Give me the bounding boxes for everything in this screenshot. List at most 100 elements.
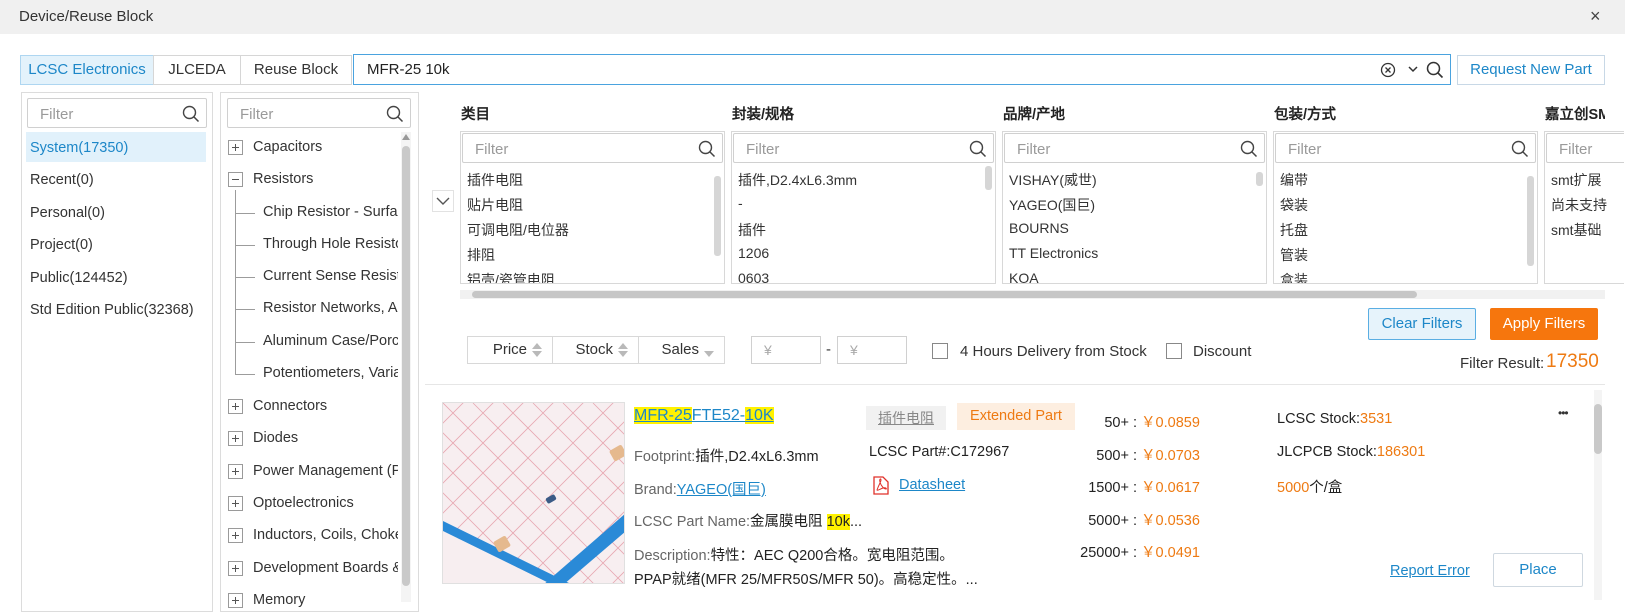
facet-option[interactable]: 盒装: [1280, 270, 1308, 283]
tab-reuse-block[interactable]: Reuse Block: [240, 55, 352, 85]
facet-jlc-smt-filter[interactable]: Filter: [1546, 133, 1624, 163]
expand-icon[interactable]: [228, 592, 243, 608]
facet-option[interactable]: 贴片电阻: [467, 195, 523, 215]
clear-search-icon[interactable]: [1380, 62, 1396, 78]
results-scrollbar-track[interactable]: [1594, 390, 1602, 600]
clear-filters-button[interactable]: Clear Filters: [1368, 308, 1476, 340]
tree-node-through-hole-resistors[interactable]: Through Hole Resistors: [263, 236, 398, 252]
facet-option[interactable]: 插件电阻: [467, 170, 523, 190]
brand-link[interactable]: YAGEO(国巨): [677, 482, 766, 498]
tree-scrollbar-track[interactable]: [401, 132, 411, 602]
facet-option[interactable]: 托盘: [1280, 220, 1308, 240]
library-item-recent[interactable]: Recent(0): [30, 172, 94, 188]
facet-option[interactable]: 袋装: [1280, 195, 1308, 215]
facet-option[interactable]: smt扩展: [1551, 170, 1602, 190]
results-scrollbar-thumb[interactable]: [1594, 404, 1602, 454]
more-options-icon[interactable]: •••: [1558, 406, 1569, 420]
expand-icon[interactable]: [228, 463, 243, 479]
search-icon[interactable]: [1426, 61, 1444, 79]
collapse-facets-icon[interactable]: [432, 190, 454, 212]
facet-option[interactable]: 尚未支持: [1551, 195, 1607, 215]
expand-icon[interactable]: [228, 527, 243, 543]
library-item-project[interactable]: Project(0): [30, 237, 93, 253]
tree-node-optoelectronics[interactable]: Optoelectronics: [228, 495, 354, 515]
facet-category-filter[interactable]: Filter: [462, 133, 723, 163]
library-item-std-public[interactable]: Std Edition Public(32368): [30, 302, 194, 318]
facet-option[interactable]: VISHAY(威世): [1009, 170, 1097, 190]
discount-checkbox[interactable]: [1166, 343, 1182, 359]
tab-jlceda[interactable]: JLCEDA: [153, 55, 241, 85]
facet-option[interactable]: TT Electronics: [1009, 245, 1098, 261]
tree-node-capacitors[interactable]: Capacitors: [228, 139, 322, 159]
tree-node-memory[interactable]: Memory: [228, 592, 398, 612]
library-item-system[interactable]: System(17350): [30, 140, 128, 156]
pdf-icon[interactable]: [873, 476, 889, 495]
scroll-up-icon[interactable]: [402, 134, 410, 140]
facet-option[interactable]: smt基础: [1551, 220, 1602, 240]
request-new-part-button[interactable]: Request New Part: [1457, 55, 1605, 85]
tree-node-development-boards[interactable]: Development Boards & Kits: [228, 560, 398, 580]
facets-hscroll-track[interactable]: [460, 290, 1605, 299]
facet-scrollbar[interactable]: [985, 166, 992, 190]
facet-option[interactable]: 管装: [1280, 245, 1308, 265]
facet-option[interactable]: 插件,D2.4xL6.3mm: [738, 170, 857, 190]
chevron-down-icon[interactable]: [1408, 65, 1418, 73]
facets-hscroll-thumb[interactable]: [472, 291, 1417, 298]
facet-packaging-filter[interactable]: Filter: [1275, 133, 1536, 163]
tab-lcsc-electronics[interactable]: LCSC Electronics: [20, 55, 154, 85]
expand-icon[interactable]: [228, 560, 243, 576]
library-item-public[interactable]: Public(124452): [30, 270, 128, 286]
price-max-input[interactable]: ¥: [837, 336, 907, 364]
facet-brand-filter[interactable]: Filter: [1004, 133, 1265, 163]
facet-option[interactable]: -: [738, 195, 743, 211]
category-tag[interactable]: 插件电阻: [866, 406, 946, 430]
tree-node-inductors[interactable]: Inductors, Coils, Chokes: [228, 527, 398, 547]
expand-icon[interactable]: [228, 495, 243, 511]
tree-node-potentiometers[interactable]: Potentiometers, Variable Resistors: [263, 365, 398, 381]
tree-node-resistor-networks[interactable]: Resistor Networks, Arrays: [263, 300, 398, 316]
facet-option[interactable]: KOA: [1009, 270, 1039, 283]
tree-node-current-sense-resistors[interactable]: Current Sense Resistors: [263, 268, 398, 284]
part-name-link[interactable]: MFR-25FTE52-10K: [634, 407, 774, 425]
tree-node-aluminum-case[interactable]: Aluminum Case/Porcelain Tube Resistors: [263, 333, 398, 349]
sort-stock-button[interactable]: Stock: [553, 336, 639, 364]
facet-option[interactable]: 可调电阻/电位器: [467, 220, 569, 240]
collapse-icon[interactable]: [228, 171, 243, 187]
category-filter-input[interactable]: Filter: [227, 98, 411, 128]
facet-option[interactable]: YAGEO(国巨): [1009, 195, 1095, 215]
facet-package-filter[interactable]: Filter: [733, 133, 994, 163]
library-item-personal[interactable]: Personal(0): [30, 205, 105, 221]
tree-node-power-management[interactable]: Power Management (PMIC): [228, 463, 398, 483]
facet-option[interactable]: 插件: [738, 220, 766, 240]
tree-scrollbar-thumb[interactable]: [402, 146, 410, 586]
part-image[interactable]: [442, 402, 625, 584]
place-button[interactable]: Place: [1493, 553, 1583, 587]
price-min-input[interactable]: ¥: [751, 336, 821, 364]
library-filter-input[interactable]: Filter: [27, 98, 207, 128]
report-error-link[interactable]: Report Error: [1390, 563, 1470, 579]
facet-option[interactable]: BOURNS: [1009, 220, 1069, 236]
tree-node-connectors[interactable]: Connectors: [228, 398, 327, 418]
facet-scrollbar[interactable]: [1527, 176, 1534, 266]
tree-connector-line: [235, 277, 255, 278]
facet-scrollbar[interactable]: [1256, 172, 1263, 186]
expand-icon[interactable]: [228, 139, 243, 155]
tree-node-resistors[interactable]: Resistors: [228, 171, 313, 191]
tree-node-diodes[interactable]: Diodes: [228, 430, 298, 450]
apply-filters-button[interactable]: Apply Filters: [1490, 308, 1598, 340]
datasheet-link[interactable]: Datasheet: [899, 477, 965, 493]
facet-scrollbar[interactable]: [714, 176, 721, 256]
facet-option[interactable]: 1206: [738, 245, 769, 261]
delivery-checkbox[interactable]: [932, 343, 948, 359]
expand-icon[interactable]: [228, 398, 243, 414]
facet-option[interactable]: 编带: [1280, 170, 1308, 190]
facet-option[interactable]: 排阻: [467, 245, 495, 265]
sort-sales-button[interactable]: Sales: [639, 336, 725, 364]
sort-price-button[interactable]: Price: [467, 336, 553, 364]
tree-node-chip-resistor[interactable]: Chip Resistor - Surface Mount: [263, 204, 398, 220]
close-icon[interactable]: ×: [1590, 6, 1601, 26]
search-input[interactable]: MFR-25 10k: [353, 54, 1451, 85]
facet-option[interactable]: 铝壳/瓷管电阻: [467, 270, 555, 283]
facet-option[interactable]: 0603: [738, 270, 769, 283]
expand-icon[interactable]: [228, 430, 243, 446]
